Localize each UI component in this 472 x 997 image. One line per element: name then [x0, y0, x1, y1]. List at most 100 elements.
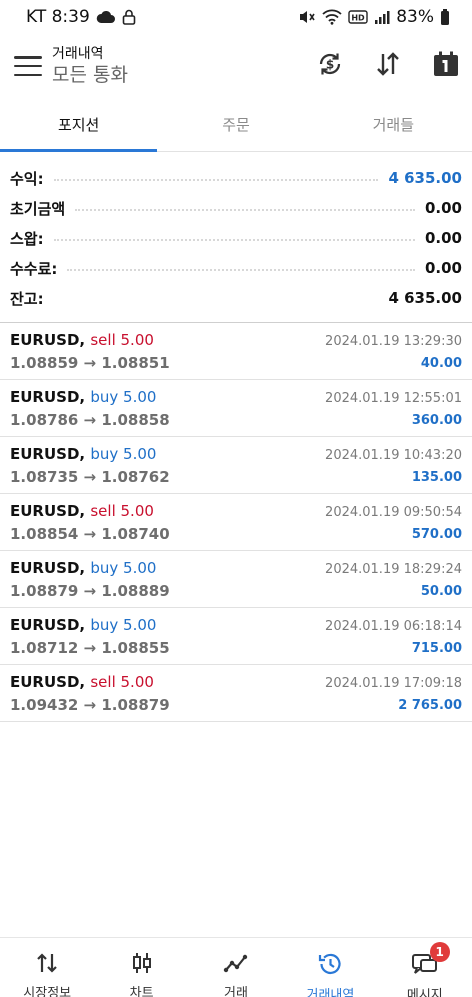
status-bar: KT 8:39 HD 83% [0, 0, 472, 34]
summary-label: 수익: [10, 169, 44, 188]
deal-prices: 1.08879 → 1.08889 [10, 582, 170, 600]
summary-row-profit: 수익: 4 635.00 [10, 163, 462, 193]
deal-time: 2024.01.19 18:29:24 [325, 562, 462, 577]
nav-history[interactable]: 거래내역 [283, 938, 377, 997]
deal-side: sell 5.00 [90, 331, 154, 349]
bottom-navigation: 시장정보 차트 거래 거래내역 1 메시지 [0, 937, 472, 997]
history-icon [317, 952, 343, 980]
header-titles: 거래내역 모든 통화 [52, 45, 128, 87]
deal-side: sell 5.00 [90, 673, 154, 691]
deal-prices: 1.08712 → 1.08855 [10, 639, 170, 657]
deal-symbol-line: EURUSD, buy 5.00 [10, 559, 156, 577]
page-title: 거래내역 [52, 46, 104, 62]
deal-symbol-line: EURUSD, sell 5.00 [10, 673, 154, 691]
deal-prices: 1.08735 → 1.08762 [10, 468, 170, 486]
deal-row[interactable]: EURUSD, sell 5.00 1.09432 → 1.08879 2024… [0, 665, 472, 722]
summary-value: 4 635.00 [388, 169, 462, 187]
nav-label: 시장정보 [23, 986, 72, 997]
summary-value: 4 635.00 [388, 289, 462, 307]
menu-icon[interactable] [14, 56, 42, 76]
tab-deals[interactable]: 거래들 [315, 98, 472, 151]
deal-row[interactable]: EURUSD, buy 5.00 1.08712 → 1.08855 2024.… [0, 608, 472, 665]
summary-label: 초기금액 [10, 199, 66, 218]
tab-orders[interactable]: 주문 [157, 98, 314, 151]
deal-profit: 360.00 [411, 413, 462, 428]
cloud-icon [96, 10, 116, 24]
deal-side: buy 5.00 [90, 616, 157, 634]
deal-row[interactable]: EURUSD, buy 5.00 1.08786 → 1.08858 2024.… [0, 380, 472, 437]
deal-time: 2024.01.19 13:29:30 [325, 334, 462, 349]
deal-prices: 1.08854 → 1.08740 [10, 525, 170, 543]
deal-symbol: EURUSD, [10, 388, 86, 406]
deal-profit: 715.00 [411, 641, 462, 656]
deal-time: 2024.01.19 12:55:01 [325, 391, 462, 406]
summary-row-balance: 잔고: 4 635.00 [10, 283, 462, 313]
nav-label: 거래내역 [306, 988, 355, 997]
deal-side: sell 5.00 [90, 502, 154, 520]
mute-icon [298, 9, 316, 25]
dotted-leader [75, 209, 415, 211]
sort-icon[interactable] [372, 48, 404, 80]
deal-prices: 1.08859 → 1.08851 [10, 354, 170, 372]
deal-row[interactable]: EURUSD, sell 5.00 1.08854 → 1.08740 2024… [0, 494, 472, 551]
deal-symbol: EURUSD, [10, 616, 86, 634]
deal-profit: 40.00 [420, 356, 462, 371]
svg-text:HD: HD [352, 14, 366, 23]
summary-row-deposit: 초기금액 0.00 [10, 193, 462, 223]
trend-line-icon [223, 952, 249, 978]
summary-panel: 수익: 4 635.00 초기금액 0.00 스왑: 0.00 수수료: 0.0… [10, 163, 462, 313]
tab-positions[interactable]: 포지션 [0, 98, 158, 152]
deal-symbol: EURUSD, [10, 673, 86, 691]
deal-time: 2024.01.19 09:50:54 [325, 505, 462, 520]
currency-exchange-icon[interactable]: $ [314, 48, 346, 80]
deal-symbol: EURUSD, [10, 559, 86, 577]
currency-filter[interactable]: 모든 통화 [52, 63, 128, 87]
nav-trade[interactable]: 거래 [189, 938, 283, 997]
svg-text:$: $ [326, 58, 334, 72]
summary-label: 스왑: [10, 229, 44, 248]
deal-symbol-line: EURUSD, buy 5.00 [10, 445, 156, 463]
battery-percent: 83% [396, 7, 434, 27]
nav-label: 메시지 [406, 988, 443, 997]
deal-symbol: EURUSD, [10, 331, 86, 349]
summary-label: 잔고: [10, 289, 44, 308]
calendar-icon[interactable] [430, 48, 462, 80]
deal-profit: 50.00 [420, 584, 462, 599]
deal-prices: 1.09432 → 1.08879 [10, 696, 170, 714]
battery-icon [440, 9, 450, 25]
deal-side: buy 5.00 [90, 388, 157, 406]
deals-list: EURUSD, sell 5.00 1.08859 → 1.08851 2024… [0, 323, 472, 722]
deal-time: 2024.01.19 17:09:18 [325, 676, 462, 691]
dotted-leader [67, 269, 415, 271]
sort-arrows-icon [35, 952, 59, 978]
lock-icon [122, 9, 136, 25]
nav-messages[interactable]: 1 메시지 [378, 938, 472, 997]
deal-side: buy 5.00 [90, 559, 157, 577]
deal-prices: 1.08786 → 1.08858 [10, 411, 170, 429]
deal-symbol-line: EURUSD, sell 5.00 [10, 331, 154, 349]
summary-row-commission: 수수료: 0.00 [10, 253, 462, 283]
deal-symbol-line: EURUSD, buy 5.00 [10, 388, 156, 406]
dotted-leader [53, 239, 415, 241]
deal-time: 2024.01.19 10:43:20 [325, 448, 462, 463]
candlestick-icon [130, 952, 154, 978]
nav-quotes[interactable]: 시장정보 [0, 938, 94, 997]
dotted-leader [54, 300, 379, 301]
summary-value: 0.00 [424, 229, 462, 247]
deal-symbol: EURUSD, [10, 445, 86, 463]
wifi-icon [322, 9, 342, 25]
nav-label: 차트 [129, 986, 154, 997]
dotted-leader [53, 179, 379, 181]
signal-icon [374, 10, 390, 24]
deal-profit: 135.00 [411, 470, 462, 485]
deal-profit: 570.00 [411, 527, 462, 542]
carrier-time: KT 8:39 [26, 7, 90, 27]
nav-chart[interactable]: 차트 [94, 938, 188, 997]
deal-row[interactable]: EURUSD, buy 5.00 1.08735 → 1.08762 2024.… [0, 437, 472, 494]
deal-side: buy 5.00 [90, 445, 157, 463]
tab-bar: 포지션 주문 거래들 [0, 98, 472, 152]
deal-profit: 2 765.00 [398, 698, 462, 713]
deal-time: 2024.01.19 06:18:14 [325, 619, 462, 634]
deal-row[interactable]: EURUSD, sell 5.00 1.08859 → 1.08851 2024… [0, 323, 472, 380]
deal-row[interactable]: EURUSD, buy 5.00 1.08879 → 1.08889 2024.… [0, 551, 472, 608]
